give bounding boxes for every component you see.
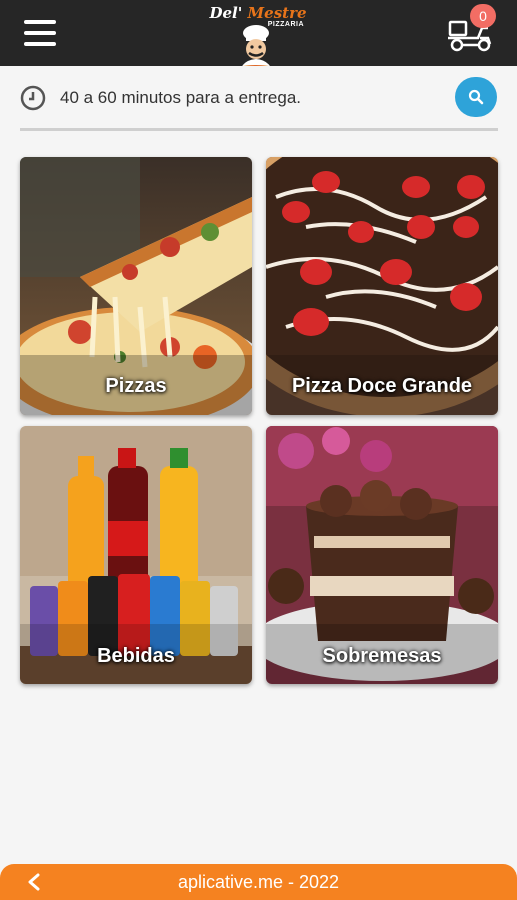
clock-icon (20, 85, 46, 111)
category-label: Bebidas (97, 645, 175, 667)
category-label: Pizza Doce Grande (291, 375, 473, 397)
category-card-pizza-doce-grande[interactable]: Pizza Doce Grande (266, 157, 498, 415)
footer-bar: aplicative.me - 2022 (0, 864, 517, 900)
category-card-sobremesas[interactable]: Sobremesas (266, 426, 498, 684)
search-button[interactable] (455, 77, 497, 117)
divider (20, 128, 498, 131)
category-card-bebidas[interactable]: Bebidas (20, 426, 252, 684)
footer-credit-text: aplicative.me - 2022 (177, 872, 340, 892)
cart-count-badge: 0 (470, 4, 496, 28)
category-label: Sobremesas (322, 645, 442, 667)
brand-title-part2: Mestre (247, 4, 307, 22)
category-card-pizzas[interactable]: Pizzas (20, 157, 252, 415)
menu-line (24, 42, 56, 46)
brand-title-part1: Del' (209, 4, 248, 22)
brand-title: Del' Mestre (206, 4, 310, 22)
menu-line (24, 20, 56, 24)
menu-line (24, 31, 56, 35)
category-label: Pizzas (105, 375, 167, 397)
search-icon (468, 89, 484, 105)
hamburger-menu-button[interactable] (24, 20, 56, 46)
delivery-time-text: 40 a 60 minutos para a entrega. (60, 88, 301, 107)
